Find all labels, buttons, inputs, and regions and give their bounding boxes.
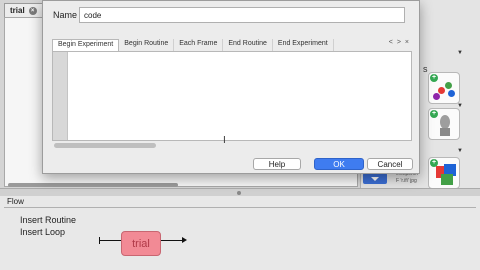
purple-dot-icon [433,93,440,100]
timeline-arrow-icon [182,237,187,243]
flow-title: Flow [7,197,24,206]
dropdown-button[interactable] [363,173,387,184]
name-label: Name [53,10,78,20]
text-cursor-icon: I [223,135,226,146]
routine-tab-label: trial [10,6,25,15]
tab-scroll-right-icon[interactable]: > [397,39,401,46]
editor-horizontal-scrollbar[interactable] [54,143,156,148]
close-tab-icon[interactable]: × [405,39,409,46]
image-component-button[interactable]: + [428,108,460,140]
flow-routine-trial[interactable]: trial [121,231,161,256]
tab-end-experiment[interactable]: End Experiment [273,39,334,51]
code-editor[interactable]: I [52,51,412,146]
add-icon: + [430,74,438,82]
close-icon[interactable]: × [28,6,37,15]
component-label: F 'r.ifi' jpg [396,178,417,184]
line-number-gutter [53,52,68,140]
ok-button[interactable]: OK [314,158,364,170]
cubes-icon [436,164,456,185]
red-dot-icon [438,87,445,94]
expand-triangle-icon[interactable]: ▼ [457,50,463,56]
tab-scroll-left-icon[interactable]: < [389,39,393,46]
cancel-button[interactable]: Cancel [367,158,413,170]
insert-routine-button[interactable]: Insert Routine [20,215,76,225]
statue-icon [440,115,450,136]
flow-panel: Flow Insert Routine Insert Loop trial [0,196,480,270]
green-dot-icon [445,82,452,89]
routine-horizontal-scrollbar[interactable] [8,183,178,187]
blue-dot-icon [448,90,455,97]
polygon-component-button[interactable]: + [428,72,460,104]
panel-splitter[interactable] [0,188,480,196]
tab-each-frame[interactable]: Each Frame [174,39,224,51]
category-label-fragment: s [423,64,428,74]
tab-controls: < > × [389,39,409,46]
insert-loop-button[interactable]: Insert Loop [20,227,65,237]
tab-end-routine[interactable]: End Routine [223,39,273,51]
code-tabs: Begin Experiment Begin Routine Each Fram… [52,39,412,51]
splitter-handle-icon[interactable] [237,191,241,195]
routine-tab-trial[interactable]: trial × [4,3,43,17]
tab-begin-routine[interactable]: Begin Routine [119,39,175,51]
help-button[interactable]: Help [253,158,301,170]
expand-triangle-icon[interactable]: ▼ [457,148,463,154]
code-component-dialog: Name Begin Experiment Begin Routine Each… [42,0,420,174]
routine-tabs: trial × [4,3,43,17]
name-field[interactable] [79,7,405,23]
flow-canvas[interactable]: Insert Routine Insert Loop trial [4,207,476,266]
tab-begin-experiment[interactable]: Begin Experiment [52,39,120,51]
shape-component-button[interactable]: + [428,157,460,189]
